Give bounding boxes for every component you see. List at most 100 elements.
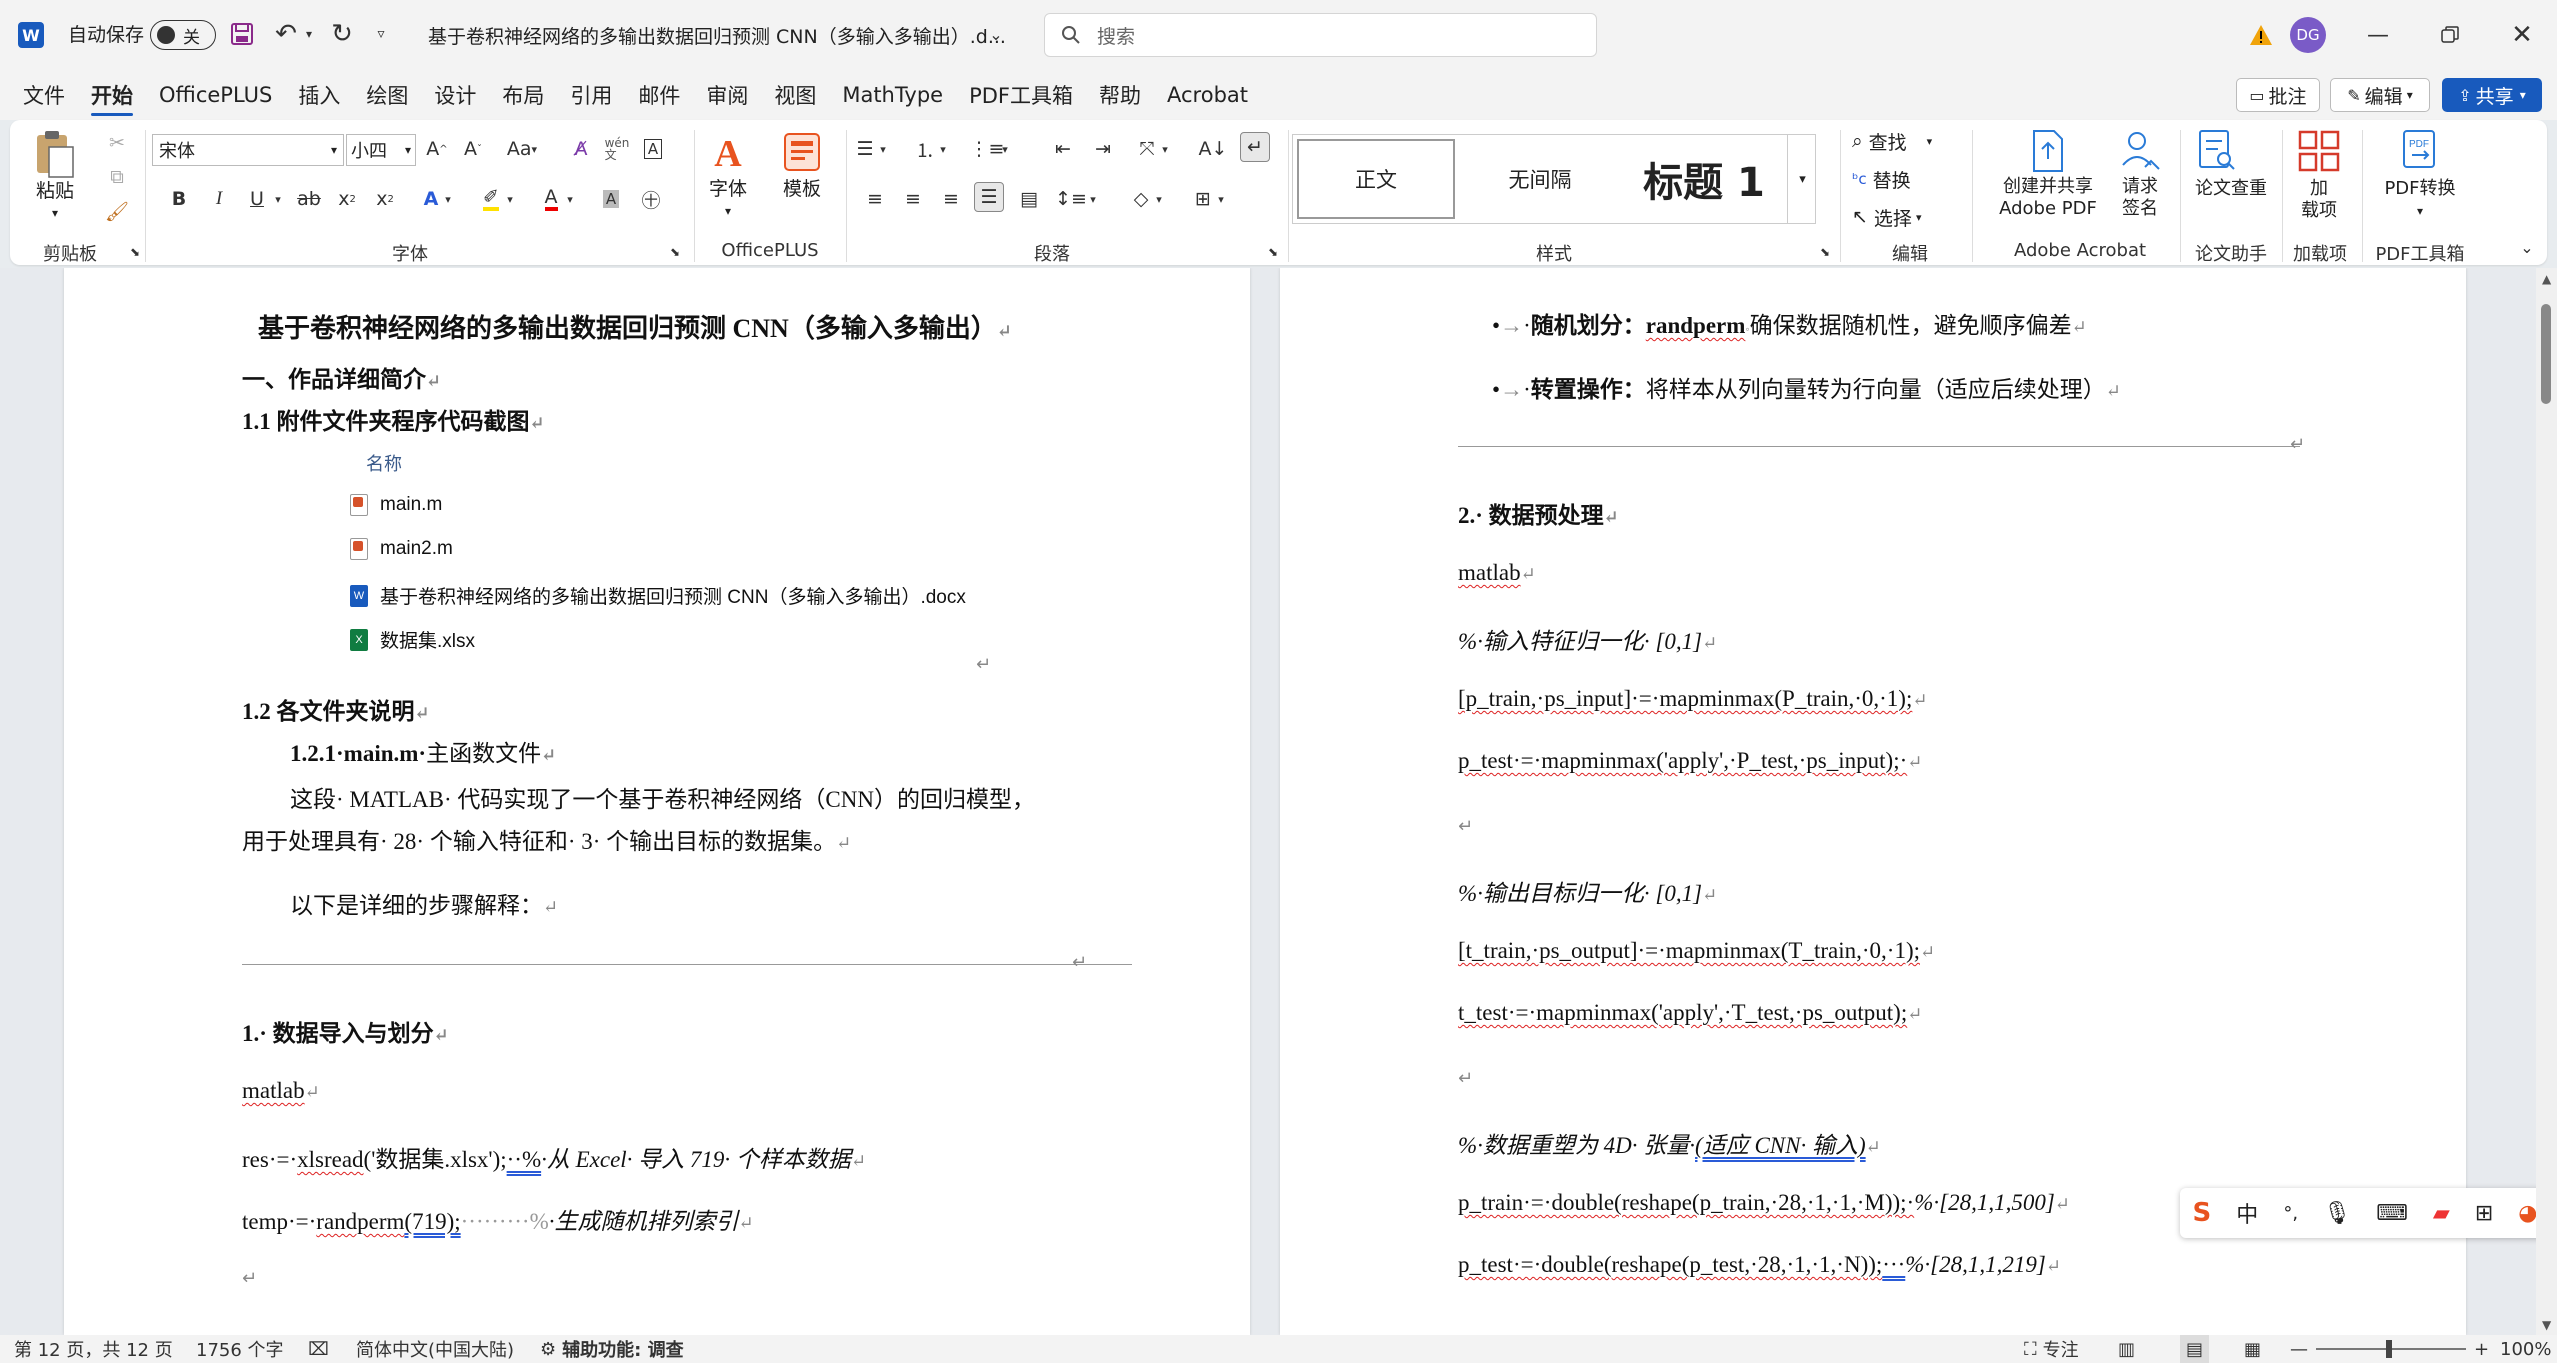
redo-icon[interactable]: ↻	[326, 18, 358, 50]
document-title[interactable]: 基于卷积神经网络的多输出数据回归预测 CNN（多输入多输出）.d...	[428, 22, 1006, 49]
scroll-up-icon[interactable]: ▲	[2542, 272, 2551, 286]
close-icon[interactable]: ✕	[2504, 20, 2540, 50]
line-spacing-icon[interactable]: ↕≡	[1055, 184, 1087, 214]
chevron-down-icon[interactable]: ▾	[936, 134, 950, 164]
align-center-icon[interactable]: ≡	[898, 184, 928, 214]
superscript-icon[interactable]: x2	[370, 184, 400, 214]
scrollbar-thumb[interactable]	[2541, 304, 2551, 404]
styles-launcher-icon[interactable]: ⬊	[1810, 237, 1840, 267]
skin-icon[interactable]: ▰	[2433, 1201, 2450, 1226]
paragraph-launcher-icon[interactable]: ⬊	[1258, 237, 1288, 267]
request-sign-icon[interactable]	[2118, 128, 2164, 174]
zoom-level[interactable]: 100%	[2500, 1335, 2551, 1363]
tab-review[interactable]: 审阅	[693, 70, 761, 120]
increase-indent-icon[interactable]: ⇥	[1088, 134, 1118, 164]
paper-check-icon[interactable]	[2194, 128, 2238, 174]
web-layout-icon[interactable]: ▦	[2244, 1335, 2261, 1363]
template-icon[interactable]	[780, 130, 824, 174]
print-layout-icon[interactable]: ▤	[2180, 1335, 2210, 1363]
keyboard-icon[interactable]: ⌨	[2376, 1201, 2408, 1226]
chevron-down-icon[interactable]: ▾	[1158, 134, 1172, 164]
tab-mailings[interactable]: 邮件	[625, 70, 693, 120]
zoom-out-icon[interactable]: —	[2290, 1335, 2308, 1363]
justify-icon[interactable]: ☰	[974, 182, 1004, 212]
undo-dropdown-icon[interactable]: ▾	[302, 22, 316, 46]
find-button[interactable]: ⌕ 查找 ▾	[1852, 126, 1932, 156]
page-left[interactable]: 基于卷积神经网络的多输出数据回归预测 CNN（多输入多输出）↵ 一、作品详细简介…	[64, 268, 1250, 1335]
proofing-icon[interactable]: ⌧	[308, 1335, 329, 1363]
share-button[interactable]: ⇪ 共享 ▾	[2442, 78, 2542, 112]
font-name-select[interactable]: 宋体 ▾	[152, 134, 344, 166]
language-status[interactable]: 简体中文(中国大陆)	[356, 1335, 514, 1363]
chevron-down-icon[interactable]: ▾	[998, 134, 1012, 164]
tab-insert[interactable]: 插入	[285, 70, 353, 120]
chevron-down-icon[interactable]: ▾	[2410, 200, 2430, 222]
page-count[interactable]: 第 12 页，共 12 页	[14, 1335, 173, 1363]
underline-icon[interactable]: U	[242, 184, 272, 214]
paste-dropdown-icon[interactable]: ▾	[45, 202, 65, 224]
tab-references[interactable]: 引用	[557, 70, 625, 120]
grow-font-icon[interactable]: A ^	[422, 134, 452, 164]
paper-check-label[interactable]: 论文查重	[2186, 178, 2276, 200]
chevron-down-icon[interactable]: ▾	[876, 134, 890, 164]
tab-design[interactable]: 设计	[421, 70, 489, 120]
style-no-spacing[interactable]: 无间隔	[1461, 139, 1619, 219]
tab-draw[interactable]: 绘图	[353, 70, 421, 120]
focus-mode[interactable]: ⛶ 专注	[2024, 1335, 2079, 1363]
tab-view[interactable]: 视图	[761, 70, 829, 120]
copy-icon[interactable]: ⧉	[102, 162, 132, 192]
word-count[interactable]: 1756 个字	[196, 1335, 284, 1363]
char-border-icon[interactable]: A	[638, 134, 668, 164]
officeplus-font-icon[interactable]: A	[706, 132, 750, 176]
bold-icon[interactable]: B	[164, 184, 194, 214]
underline-dropdown-icon[interactable]: ▾	[270, 184, 286, 214]
text-effects-dropdown-icon[interactable]: ▾	[440, 184, 456, 214]
scroll-down-icon[interactable]: ▼	[2542, 1318, 2551, 1332]
minimize-icon[interactable]: —	[2360, 22, 2396, 48]
select-button[interactable]: ↖ 选择 ▾	[1852, 202, 1921, 232]
replace-button[interactable]: ᵇc 替换	[1852, 164, 1911, 194]
italic-icon[interactable]: I	[204, 184, 234, 214]
enclose-char-icon[interactable]: ㊉	[636, 184, 666, 214]
title-dropdown-icon[interactable]: ⌄	[984, 22, 1008, 46]
phonetic-guide-icon[interactable]: wén 文	[602, 134, 632, 164]
style-heading-1[interactable]: 标题 1	[1625, 139, 1783, 219]
sign-label[interactable]: 签名	[2110, 198, 2170, 220]
tab-help[interactable]: 帮助	[1086, 70, 1154, 120]
read-mode-icon[interactable]: ▥	[2118, 1335, 2135, 1363]
save-icon[interactable]	[228, 20, 256, 48]
cut-icon[interactable]: ✂	[102, 128, 132, 158]
tab-layout[interactable]: 布局	[489, 70, 557, 120]
accessibility-status[interactable]: ⚙ 辅助功能: 调查	[540, 1335, 684, 1363]
styles-more-icon[interactable]: ▾	[1787, 135, 1817, 223]
sogou-logo-icon[interactable]: S	[2193, 1198, 2212, 1228]
toolbox-grid-icon[interactable]: ⊞	[2475, 1201, 2493, 1226]
chevron-down-icon[interactable]: ▾	[718, 200, 738, 222]
char-shading-icon[interactable]: A	[596, 184, 626, 214]
mascot-icon[interactable]: ◕	[2518, 1201, 2537, 1226]
warning-icon[interactable]	[2248, 22, 2274, 48]
shrink-font-icon[interactable]: Aˇ	[458, 134, 488, 164]
template-label[interactable]: 模板	[776, 178, 828, 200]
font-size-select[interactable]: 小四 ▾	[346, 134, 416, 166]
clear-format-icon[interactable]: A̸	[566, 134, 596, 164]
tab-file[interactable]: 文件	[10, 70, 78, 120]
align-left-icon[interactable]: ≡	[860, 184, 890, 214]
zoom-in-icon[interactable]: +	[2474, 1335, 2489, 1363]
chevron-down-icon[interactable]: ▾	[1214, 184, 1228, 214]
edit-mode-button[interactable]: ✎ 编辑 ▾	[2330, 78, 2430, 112]
addins-label-2[interactable]: 载项	[2294, 200, 2344, 222]
customize-qat-icon[interactable]: ▿	[372, 22, 390, 46]
decrease-indent-icon[interactable]: ⇤	[1048, 134, 1078, 164]
collapse-ribbon-icon[interactable]: ⌄	[2512, 232, 2542, 262]
paste-icon[interactable]	[32, 128, 78, 180]
create-pdf-icon[interactable]	[2028, 128, 2068, 174]
show-marks-icon[interactable]: ↵	[1240, 132, 1270, 162]
distributed-icon[interactable]: ▤	[1014, 184, 1044, 214]
chevron-down-icon[interactable]: ▾	[1152, 184, 1166, 214]
strikethrough-icon[interactable]: ab	[294, 184, 324, 214]
zoom-slider-thumb[interactable]	[2386, 1340, 2392, 1358]
highlight-dropdown-icon[interactable]: ▾	[502, 184, 518, 214]
zoom-slider[interactable]	[2316, 1340, 2466, 1358]
tab-home[interactable]: 开始	[78, 70, 146, 120]
